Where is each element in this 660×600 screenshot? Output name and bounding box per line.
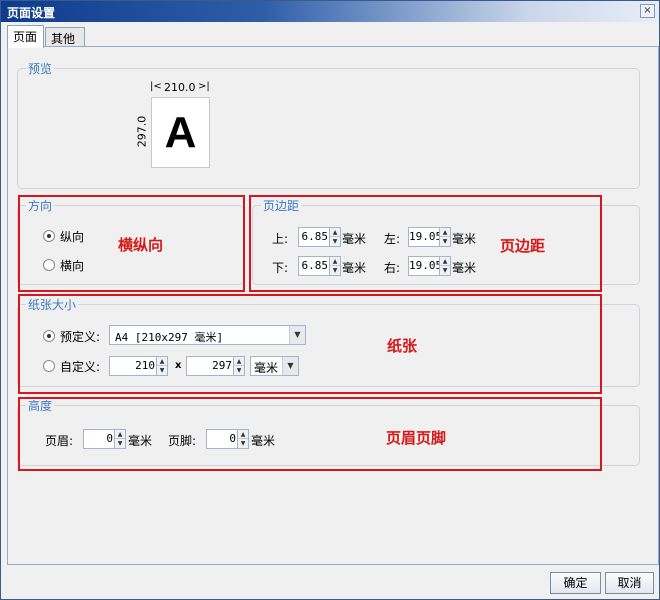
- preview-legend: 预览: [26, 60, 55, 77]
- title-bar[interactable]: 页面设置 ×: [1, 1, 659, 22]
- width-label: 210.0: [164, 81, 196, 94]
- width-dimension: |< 210.0 >|: [150, 81, 210, 95]
- height-label: 297.0: [135, 115, 149, 148]
- paper-annotation: 纸张: [387, 337, 418, 355]
- margins-annotation: 页边距: [500, 237, 546, 255]
- height-dimension: 297.0: [136, 97, 150, 169]
- header-footer-annotation: 页眉页脚: [386, 429, 447, 447]
- tab-other[interactable]: 其他: [45, 27, 85, 47]
- tab-page[interactable]: 页面: [7, 25, 44, 48]
- margins-highlight-box: [249, 195, 602, 292]
- window-title: 页面设置: [7, 6, 56, 20]
- sample-letter: A: [164, 108, 197, 157]
- paper-preview: A: [151, 97, 210, 168]
- preview-group: 预览 |< 210.0 >| 297.0 A: [17, 60, 640, 189]
- cancel-button[interactable]: 取消: [605, 572, 654, 594]
- dim-right-arrow-icon: >|: [198, 81, 210, 92]
- close-icon[interactable]: ×: [640, 4, 655, 18]
- dim-left-arrow-icon: |<: [150, 81, 162, 92]
- orientation-annotation: 横纵向: [118, 236, 164, 254]
- page-setup-dialog: 页面设置 × 页面 其他 预览 |< 210.0 >| 297.0 A 方向 纵: [0, 0, 660, 600]
- header-footer-highlight-box: [18, 397, 602, 471]
- paper-highlight-box: [18, 294, 602, 394]
- ok-button[interactable]: 确定: [550, 572, 601, 594]
